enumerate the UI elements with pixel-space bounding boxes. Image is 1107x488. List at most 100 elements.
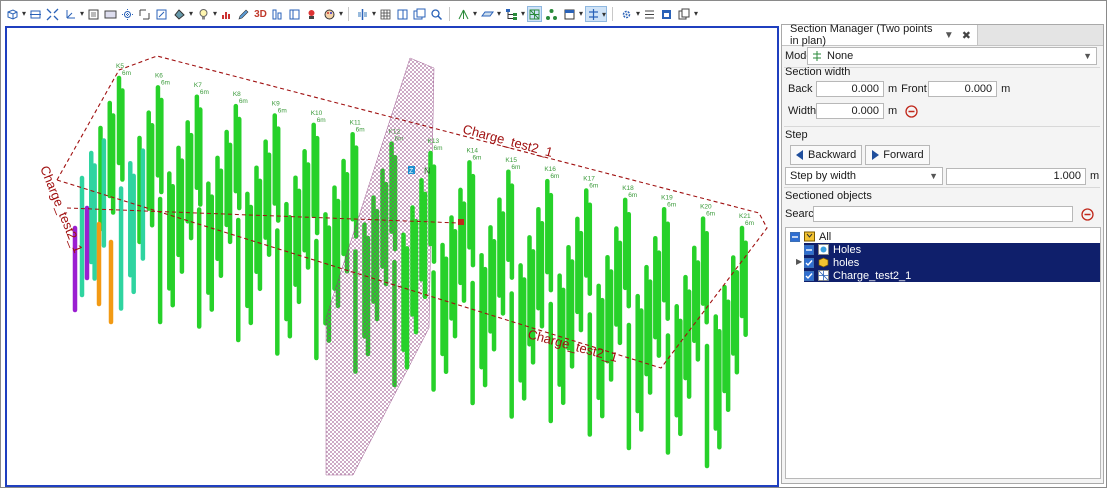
copy-icon[interactable] xyxy=(676,6,698,22)
toolbar-separator xyxy=(449,7,450,21)
grid-icon[interactable] xyxy=(378,6,393,22)
tree-item-holes-group[interactable]: Holes xyxy=(804,243,1100,256)
hole-label: K16 xyxy=(544,166,556,173)
remove-width-icon[interactable] xyxy=(905,104,918,118)
tree-checkbox[interactable] xyxy=(804,244,814,255)
tree-checkbox[interactable] xyxy=(790,231,800,242)
hole-label: K11 xyxy=(350,119,361,126)
hole-depth-label: 6m xyxy=(667,201,676,208)
tree-item-holes[interactable]: holes xyxy=(804,256,1100,269)
width-label: Width xyxy=(788,105,817,117)
view-cube-icon[interactable] xyxy=(4,6,26,22)
step-unit: m xyxy=(1090,170,1100,182)
section-point-marker[interactable] xyxy=(458,219,464,225)
front-label: Front xyxy=(901,83,927,95)
hole-label: K14 xyxy=(466,147,478,154)
search-label: Search xyxy=(785,208,820,220)
backward-button[interactable]: Backward xyxy=(790,145,863,165)
hierarchy-icon[interactable] xyxy=(503,6,525,22)
chevron-down-icon: ▼ xyxy=(1083,51,1092,61)
backward-label: Backward xyxy=(808,149,857,161)
section-icon[interactable] xyxy=(585,6,607,22)
palette-icon[interactable] xyxy=(321,6,343,22)
toolbar-separator xyxy=(612,7,613,21)
text-3d-icon[interactable]: 3D xyxy=(253,6,268,22)
network-icon[interactable] xyxy=(544,6,559,22)
section-width-title: Section width xyxy=(785,66,851,78)
stamp-icon[interactable] xyxy=(304,6,319,22)
window-icon[interactable] xyxy=(412,6,427,22)
tree-item-charge-test[interactable]: Charge_test2_1 xyxy=(804,269,1100,282)
rect-icon[interactable] xyxy=(103,6,118,22)
frame2-icon[interactable] xyxy=(561,6,583,22)
chart-icon[interactable] xyxy=(219,6,234,22)
step-mode-select[interactable]: Step by width ▼ xyxy=(785,167,943,185)
divider xyxy=(784,187,1100,188)
hole-depth-label: 6m xyxy=(161,79,170,86)
front-input[interactable]: 0.000 xyxy=(928,81,998,97)
hole-label: K20 xyxy=(700,204,712,211)
expand-arrow-icon[interactable]: ▶ xyxy=(796,257,806,266)
frame-icon[interactable] xyxy=(137,6,152,22)
search-icon[interactable] xyxy=(429,6,444,22)
column-icon[interactable] xyxy=(270,6,285,22)
step-value-input[interactable]: 1.000 xyxy=(946,167,1086,185)
step-title: Step xyxy=(785,129,808,141)
width-input[interactable]: 0.000 xyxy=(816,103,884,119)
lightbulb-icon[interactable] xyxy=(195,6,217,22)
hole-label: K17 xyxy=(583,176,595,183)
panel-icon[interactable] xyxy=(395,6,410,22)
step-mode-value: Step by width xyxy=(790,170,857,182)
pencil-icon[interactable] xyxy=(236,6,251,22)
hole-depth-label: 6m xyxy=(434,145,443,152)
zoom-box-icon[interactable] xyxy=(154,6,169,22)
front-unit: m xyxy=(1001,83,1011,95)
list-icon[interactable] xyxy=(642,6,657,22)
hole-depth-label: 6m xyxy=(356,126,365,133)
tree-item-label: Holes xyxy=(833,243,862,256)
toolbar-separator xyxy=(348,7,349,21)
section-label-left: Charge_test2_1 xyxy=(37,164,86,255)
3d-scene[interactable]: K56mK66mK76mK86mK96mK106mK116mK126m K136… xyxy=(7,28,777,485)
tree-checkbox[interactable] xyxy=(804,270,814,281)
search-input[interactable] xyxy=(813,206,1073,222)
window2-icon[interactable] xyxy=(659,6,674,22)
panel-tab[interactable]: Section Manager (Two points in plan) ▼ ✖ xyxy=(782,23,978,47)
hole-label: K19 xyxy=(661,194,673,201)
chevron-down-icon: ▼ xyxy=(929,171,938,181)
tree-item-all[interactable]: All xyxy=(790,230,831,243)
forward-button[interactable]: Forward xyxy=(865,145,930,165)
hole-label: K15 xyxy=(505,157,517,164)
mesh-icon[interactable] xyxy=(527,6,542,22)
section-manager-panel: Section Manager (Two points in plan) ▼ ✖… xyxy=(781,23,1104,484)
axes-icon[interactable] xyxy=(62,6,84,22)
zoom-extents-icon[interactable] xyxy=(45,6,60,22)
split-icon[interactable] xyxy=(354,6,376,22)
mesh-icon xyxy=(818,270,829,281)
3d-viewport[interactable]: K56mK66mK76mK86mK96mK106mK116mK126m K136… xyxy=(5,26,779,487)
settings-icon[interactable] xyxy=(618,6,640,22)
box-icon[interactable] xyxy=(86,6,101,22)
hole-depth-label: 6m xyxy=(317,117,326,124)
tripod-icon[interactable] xyxy=(455,6,477,22)
clear-search-icon[interactable] xyxy=(1081,207,1094,221)
hole-label: K8 xyxy=(233,91,241,98)
fit-width-icon[interactable] xyxy=(28,6,43,22)
mode-select[interactable]: None ▼ xyxy=(807,47,1097,65)
arrow-right-icon xyxy=(872,150,880,160)
hole-label: K7 xyxy=(194,82,202,89)
snap-icon[interactable] xyxy=(120,6,135,22)
hole-depth-label: 6m xyxy=(589,183,598,190)
folder-icon xyxy=(804,231,815,242)
fill-icon[interactable] xyxy=(171,6,193,22)
mode-row: Mode None ▼ xyxy=(785,46,1101,66)
close-icon[interactable]: ✖ xyxy=(962,29,971,42)
tree-item-label: All xyxy=(819,230,832,243)
pin-icon[interactable]: ▼ xyxy=(944,30,954,41)
plane-icon[interactable] xyxy=(479,6,501,22)
hole-label: K21 xyxy=(739,213,751,220)
divider xyxy=(784,126,1100,127)
back-input[interactable]: 0.000 xyxy=(816,81,884,97)
layers-icon[interactable] xyxy=(287,6,302,22)
step-buttons-row: Backward Forward xyxy=(790,145,930,165)
